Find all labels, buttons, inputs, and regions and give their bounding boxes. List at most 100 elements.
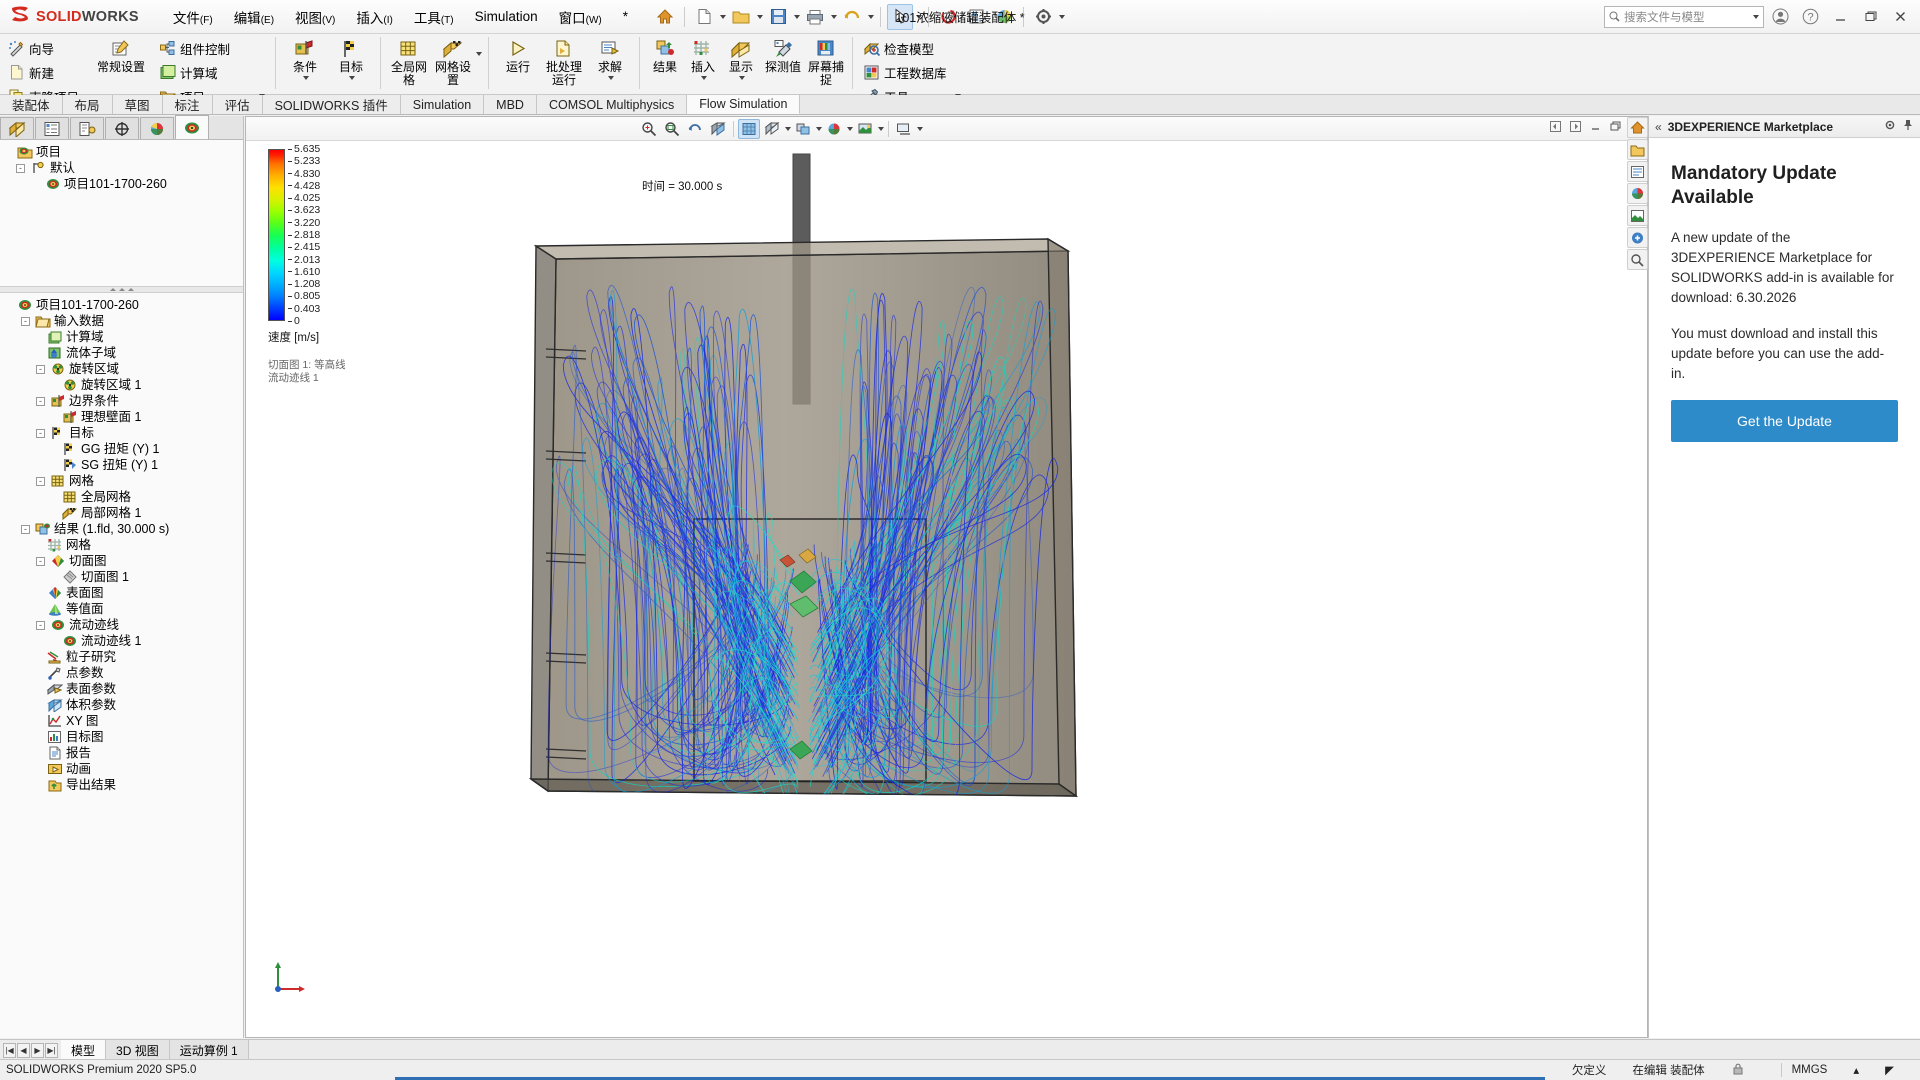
ribbon-item-wizard[interactable]: 向导 xyxy=(4,36,83,60)
tree-node[interactable]: 局部网格 1 xyxy=(4,505,243,521)
restore-icon[interactable] xyxy=(1856,4,1884,30)
tank-model-render[interactable] xyxy=(436,141,1496,861)
menu-window[interactable]: 窗口(W) xyxy=(559,7,602,27)
help-icon[interactable]: ? xyxy=(1796,4,1824,30)
ribbon-item-run[interactable]: 运行 xyxy=(495,36,541,74)
tab-sketch[interactable]: 草图 xyxy=(112,95,163,114)
menu-bar[interactable]: 文件(F) 编辑(E) 视图(V) 插入(I) 工具(T) Simulation… xyxy=(173,7,628,27)
view-settings-icon[interactable] xyxy=(893,119,915,139)
ribbon-item-solve[interactable]: 求解 xyxy=(587,36,633,80)
tree-expander[interactable]: - xyxy=(36,428,45,438)
tab-nav-buttons[interactable]: |◀ ◀ ▶ ▶| xyxy=(0,1040,61,1060)
tree-expander[interactable]: - xyxy=(16,163,25,173)
doc-tab-3d-views[interactable]: 3D 视图 xyxy=(106,1040,170,1060)
edit-appearance-icon[interactable] xyxy=(823,119,845,139)
ribbon-item-mesh-settings[interactable]: 网格设置 xyxy=(431,36,475,86)
ribbon-item-engineering-database[interactable]: 工程数据库 xyxy=(859,60,965,84)
new-document-dropdown[interactable] xyxy=(720,14,727,19)
tab-solidworks-addins[interactable]: SOLIDWORKS 插件 xyxy=(262,95,401,114)
prev-tab-icon[interactable]: ◀ xyxy=(17,1042,30,1058)
menu-tools[interactable]: 工具(T) xyxy=(414,7,454,27)
tree-node[interactable]: - 旋转区域 xyxy=(4,361,243,377)
display-style-dropdown-icon[interactable] xyxy=(785,126,791,131)
tree-node[interactable]: - 输入数据 xyxy=(4,313,243,329)
tree-node[interactable]: - 边界条件 xyxy=(4,393,243,409)
select-dropdown[interactable] xyxy=(916,14,923,19)
previous-view-icon[interactable] xyxy=(684,119,706,139)
minimize-icon[interactable] xyxy=(1588,119,1603,134)
tree-node[interactable]: - 默认 xyxy=(4,160,243,176)
tab-comsol-multiphysics[interactable]: COMSOL Multiphysics xyxy=(536,95,688,114)
restore-icon[interactable] xyxy=(1608,119,1623,134)
tree-tab-strip[interactable] xyxy=(0,115,243,140)
display-dropdown-icon[interactable] xyxy=(738,75,745,80)
select-icon[interactable] xyxy=(887,3,914,30)
ribbon-item-results[interactable]: 结果 xyxy=(646,36,684,74)
menu-insert[interactable]: 插入(I) xyxy=(356,7,392,27)
tree-expander[interactable]: - xyxy=(36,620,45,630)
print-icon[interactable] xyxy=(802,4,828,30)
tab-layout[interactable]: 布局 xyxy=(62,95,113,114)
tree-node[interactable]: SG 扭矩 (Y) 1 xyxy=(4,457,243,473)
next-tab-icon[interactable]: ▶ xyxy=(31,1042,44,1058)
doc-tab-model[interactable]: 模型 xyxy=(61,1040,107,1060)
ribbon-item-display[interactable]: 显示 xyxy=(722,36,760,80)
display-style-icon[interactable] xyxy=(761,119,783,139)
appearance-icon[interactable] xyxy=(991,4,1017,30)
tree-node[interactable]: 旋转区域 1 xyxy=(4,377,243,393)
task-pane-rail[interactable] xyxy=(1626,116,1649,271)
configuration-tree[interactable]: 项目 - 默认 项目101-1700-260 xyxy=(0,140,243,192)
restore-left-icon[interactable] xyxy=(1548,119,1563,134)
section-view-icon[interactable] xyxy=(707,119,729,139)
ribbon-item-batch-run[interactable]: 批处理运行 xyxy=(541,36,587,86)
tree-node[interactable]: GG 扭矩 (Y) 1 xyxy=(4,441,243,457)
flow-analysis-tree[interactable]: 项目101-1700-260- 输入数据 计算域 流体子域 - 旋转区域 旋转区域 1- 边界… xyxy=(0,293,243,793)
tab-mbd[interactable]: MBD xyxy=(484,95,537,114)
hide-show-icon[interactable] xyxy=(792,119,814,139)
restore-right-icon[interactable] xyxy=(1568,119,1583,134)
open-dropdown[interactable] xyxy=(757,14,764,19)
search-icon[interactable] xyxy=(1627,249,1648,270)
scene-dropdown-icon[interactable] xyxy=(878,126,884,131)
tree-expander[interactable]: - xyxy=(36,364,45,374)
get-the-update-button[interactable]: Get the Update xyxy=(1671,400,1898,442)
rebuild-icon[interactable] xyxy=(935,4,961,30)
undo-dropdown[interactable] xyxy=(868,14,875,19)
zoom-to-fit-icon[interactable] xyxy=(638,119,660,139)
user-icon[interactable] xyxy=(1766,4,1794,30)
tree-splitter[interactable] xyxy=(0,286,243,293)
appearance-dropdown-icon[interactable] xyxy=(847,126,853,131)
ribbon-item-goals[interactable]: 目标 xyxy=(328,36,374,80)
status-expand-icon[interactable]: ◤ xyxy=(1885,1063,1894,1077)
doc-tab-motion-study[interactable]: 运动算例 1 xyxy=(169,1040,249,1060)
home-icon[interactable] xyxy=(1627,117,1648,138)
display-manager-tab[interactable] xyxy=(140,117,174,139)
open-folder-icon[interactable] xyxy=(728,4,754,30)
settings-gear-icon[interactable] xyxy=(1884,119,1896,134)
options-dropdown[interactable] xyxy=(1059,14,1066,19)
dimxpert-tab[interactable] xyxy=(105,117,139,139)
pin-icon[interactable] xyxy=(1902,119,1914,134)
ribbon-item-component-control[interactable]: 组件控制 xyxy=(155,36,269,60)
options-gear-icon[interactable] xyxy=(1030,4,1056,30)
flow-simulation-tab[interactable] xyxy=(175,115,209,139)
view-toolbar[interactable] xyxy=(246,117,1647,141)
new-document-icon[interactable] xyxy=(691,4,717,30)
tree-node[interactable]: 计算域 xyxy=(4,329,243,345)
tree-node[interactable]: 理想壁面 1 xyxy=(4,409,243,425)
hide-show-dropdown-icon[interactable] xyxy=(816,126,822,131)
tree-expander[interactable]: - xyxy=(36,396,45,406)
view-orientation-icon[interactable] xyxy=(738,118,760,139)
status-units[interactable]: MMGS xyxy=(1792,1064,1828,1076)
ribbon-item-new[interactable]: 新建 xyxy=(4,60,83,84)
graphics-viewport[interactable]: 5.635 5.233 4.830 4.428 4.025 3.623 3.220 2.818… xyxy=(245,116,1648,1038)
tab-assembly[interactable]: 装配体 xyxy=(0,95,63,114)
tree-node[interactable]: 导出结果 xyxy=(4,777,243,793)
search-dropdown-icon[interactable] xyxy=(1753,14,1759,19)
tree-node[interactable]: 全局网格 xyxy=(4,489,243,505)
close-icon[interactable] xyxy=(1886,4,1914,30)
search-input[interactable]: 搜索文件与模型 xyxy=(1604,5,1764,28)
tree-node[interactable]: 项目 xyxy=(4,144,243,160)
tree-node[interactable]: 切面图 1 xyxy=(4,569,243,585)
last-tab-icon[interactable]: ▶| xyxy=(45,1042,58,1058)
